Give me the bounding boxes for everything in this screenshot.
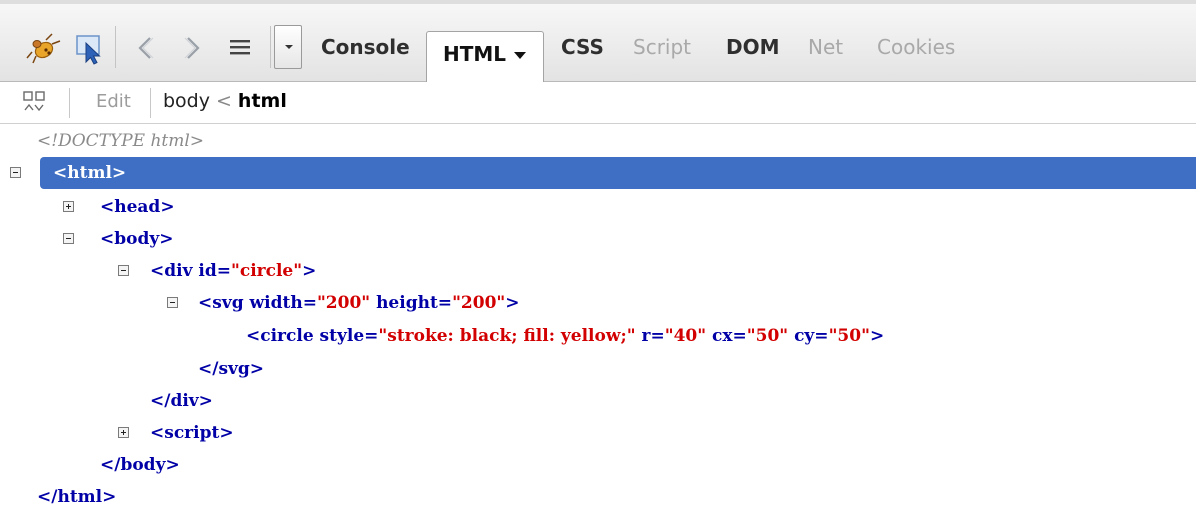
html-panel-toolbar: Edit body < html [0, 82, 1196, 124]
breadcrumb-separator: < [216, 90, 232, 112]
svg-attr-height-name: height= [370, 293, 453, 313]
html-open-tag: <html> [53, 163, 127, 183]
tree-row-svg[interactable]: <svg width="200" height="200"> [0, 287, 1196, 319]
tree-row-body[interactable]: <body> [0, 223, 1196, 255]
tree-row-circle[interactable]: <circle style="stroke: black; fill: yell… [0, 320, 1196, 352]
head-tag: <head> [100, 197, 175, 217]
edit-button[interactable]: Edit [96, 91, 131, 112]
div-open-tag: <div [150, 261, 193, 281]
toolbar-separator [270, 26, 271, 68]
circle-attr-cy-value: "50" [828, 326, 870, 346]
circle-attr-r-name: r= [635, 326, 665, 346]
inspect-element-icon[interactable] [72, 30, 108, 66]
doctype-text: <!DOCTYPE html> [37, 131, 205, 151]
tab-net[interactable]: Net [808, 28, 843, 66]
html-tree-panel: <!DOCTYPE html> <html> <head> <body> <di… [0, 124, 1196, 507]
circle-attr-cx-name: cx= [706, 326, 747, 346]
svg-close-bracket: > [505, 293, 520, 313]
caret-down-icon [514, 52, 527, 59]
list-menu-icon[interactable] [222, 30, 258, 66]
html-close-tag: </html> [37, 487, 117, 507]
circle-open-tag: <circle [246, 326, 314, 346]
inspect-toggle-icon[interactable] [22, 90, 46, 114]
circle-attr-style-value: "stroke: black; fill: yellow;" [378, 326, 636, 346]
tab-script[interactable]: Script [633, 28, 691, 66]
tree-row-div-close[interactable]: </div> [0, 385, 1196, 417]
div-close-bracket: > [302, 261, 317, 281]
breadcrumb-item-body[interactable]: body [163, 90, 210, 112]
breadcrumb-item-html[interactable]: html [238, 90, 287, 112]
tab-html[interactable]: HTML [426, 31, 544, 86]
div-close-tag: </div> [150, 391, 213, 411]
svg-attr-width-value: "200" [316, 293, 371, 313]
circle-close-bracket: > [869, 326, 885, 346]
tree-row-doctype: <!DOCTYPE html> [0, 125, 1196, 157]
body-close-tag: </body> [100, 455, 180, 475]
tab-html-label: HTML [443, 42, 507, 66]
tree-row-html-close[interactable]: </html> [0, 481, 1196, 513]
tree-row-svg-close[interactable]: </svg> [0, 353, 1196, 385]
tree-row-body-close[interactable]: </body> [0, 449, 1196, 481]
tree-row-html[interactable]: <html> [0, 157, 1196, 189]
tab-css[interactable]: CSS [561, 28, 604, 66]
div-attr-name: id= [192, 261, 231, 281]
collapse-toggle-icon[interactable] [10, 167, 21, 178]
body-open-tag: <body> [100, 229, 174, 249]
circle-attr-style-name: style= [313, 326, 379, 346]
firebug-icon[interactable] [26, 30, 62, 66]
tree-row-script[interactable]: <script> [0, 417, 1196, 449]
tree-row-head[interactable]: <head> [0, 191, 1196, 223]
firebug-toolbar: Console HTML CSS Script DOM Net Cookies [0, 0, 1196, 86]
circle-attr-cy-name: cy= [788, 326, 829, 346]
svg-attr-height-value: "200" [452, 293, 506, 313]
breadcrumb: body < html [163, 90, 287, 112]
dropdown-arrow-button[interactable] [274, 25, 302, 69]
tab-console[interactable]: Console [321, 28, 410, 66]
toolbar-separator [69, 88, 70, 118]
collapse-toggle-icon[interactable] [167, 297, 178, 308]
toolbar-separator [115, 26, 116, 68]
chevron-right-icon[interactable] [174, 30, 210, 66]
circle-attr-cx-value: "50" [746, 326, 789, 346]
collapse-toggle-icon[interactable] [118, 265, 129, 276]
circle-attr-r-value: "40" [664, 326, 707, 346]
script-tag: <script> [150, 423, 234, 443]
tab-dom[interactable]: DOM [726, 28, 780, 66]
expand-toggle-icon[interactable] [63, 201, 74, 212]
tree-row-div[interactable]: <div id="circle"> [0, 255, 1196, 287]
collapse-toggle-icon[interactable] [63, 233, 74, 244]
svg-open-tag: <svg [198, 293, 244, 313]
tab-cookies[interactable]: Cookies [877, 28, 955, 66]
chevron-down-icon [285, 45, 293, 49]
svg-attr-width-name: width= [243, 293, 317, 313]
toolbar-separator [150, 88, 151, 118]
div-attr-value: "circle" [230, 261, 303, 281]
expand-toggle-icon[interactable] [118, 427, 129, 438]
chevron-left-icon[interactable] [128, 30, 164, 66]
svg-close-tag: </svg> [198, 359, 265, 379]
